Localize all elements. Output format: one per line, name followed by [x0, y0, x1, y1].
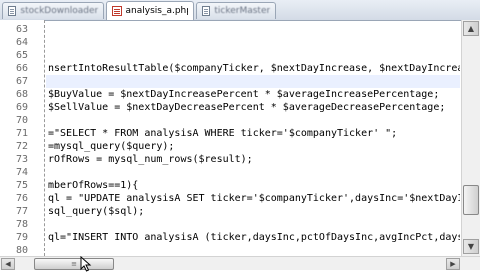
- line-number: 73: [15, 154, 28, 165]
- code-line: nsertIntoResultTable($companyTicker, $ne…: [48, 63, 460, 74]
- line-number: 64: [15, 37, 28, 48]
- scroll-up-button[interactable]: ▲: [463, 21, 479, 36]
- code-line: ql="INSERT INTO analysisA (ticker,daysIn…: [48, 232, 460, 243]
- line-number: 80: [15, 245, 28, 256]
- line-number: 68: [15, 89, 28, 100]
- tab-analysis-a[interactable]: analysis_a.php: [106, 1, 194, 20]
- php-file-icon: [112, 6, 122, 16]
- horizontal-scroll-thumb[interactable]: ≡: [34, 258, 114, 270]
- horizontal-scrollbar[interactable]: ◀ ≡ ▶: [0, 256, 480, 270]
- code-line: mberOfRows==1){: [48, 180, 139, 191]
- line-number: 78: [15, 219, 28, 230]
- tab-label: stockDownloader.php: [20, 6, 98, 16]
- code-editor[interactable]: nsertIntoResultTable($companyTicker, $ne…: [46, 20, 460, 256]
- code-line: sql_query($sql);: [48, 206, 145, 217]
- line-number: 76: [15, 193, 28, 204]
- scroll-right-button[interactable]: ▶: [446, 258, 460, 270]
- line-number: 79: [15, 232, 28, 243]
- scroll-left-button[interactable]: ◀: [1, 258, 15, 270]
- php-file-icon: [8, 6, 17, 16]
- line-number: 74: [15, 167, 28, 178]
- line-number: 66: [15, 63, 28, 74]
- line-number: 67: [15, 76, 28, 87]
- vertical-scroll-thumb[interactable]: [463, 185, 479, 215]
- line-number: 72: [15, 141, 28, 152]
- code-line: =mysql_query($query);: [48, 141, 175, 152]
- code-line: ql = "UPDATE analysisA SET ticker='$comp…: [48, 193, 460, 204]
- code-line: ="SELECT * FROM analysisA WHERE ticker='…: [48, 128, 398, 139]
- vertical-scrollbar[interactable]: ▲ ▼: [461, 20, 480, 256]
- code-line: rOfRows = mysql_num_rows($result);: [48, 154, 253, 165]
- tab-label: analysis_a.php: [125, 6, 188, 16]
- line-number: 77: [15, 206, 28, 217]
- current-line: [46, 75, 460, 88]
- code-line: $SellValue = $nextDayDecreasePercent * $…: [48, 102, 446, 113]
- line-number: 71: [15, 128, 28, 139]
- scroll-down-button[interactable]: ▼: [463, 239, 479, 254]
- text-file-icon: [202, 6, 211, 16]
- line-number: 63: [15, 24, 28, 35]
- line-number: 70: [15, 115, 28, 126]
- line-number: 75: [15, 180, 28, 191]
- tab-bar: stockDownloader.php analysis_a.php ticke…: [0, 0, 480, 21]
- tab-stock-downloader[interactable]: stockDownloader.php: [2, 2, 104, 19]
- code-line: $BuyValue = $nextDayIncreasePercent * $a…: [48, 89, 440, 100]
- tab-ticker-master[interactable]: tickerMaster.txt: [196, 2, 276, 19]
- line-number-gutter: 63 64 65 66 67 68 69 70 71 72 73 74 75 7…: [0, 20, 44, 256]
- line-number: 65: [15, 50, 28, 61]
- tab-label: tickerMaster.txt: [214, 6, 270, 16]
- line-number: 69: [15, 102, 28, 113]
